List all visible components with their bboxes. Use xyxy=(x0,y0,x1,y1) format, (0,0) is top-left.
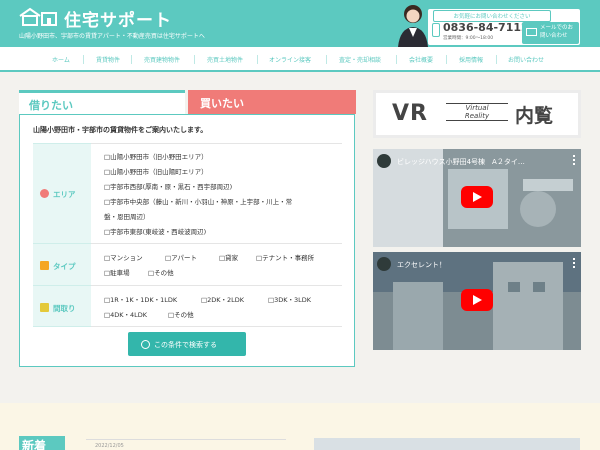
nav-separator xyxy=(446,55,447,64)
nav-separator xyxy=(131,55,132,64)
area-option[interactable]: □宇部市西部(厚南・原・黒石・西宇部周辺) xyxy=(104,181,232,191)
nav-item-recruit[interactable]: 採用情報 xyxy=(459,55,483,64)
news-divider xyxy=(86,439,286,440)
site-tagline: 山陽小野田市、宇部市の賃貸アパート・不動産売買は住宅サポートへ xyxy=(19,33,205,40)
map-pin-icon xyxy=(40,189,49,198)
type-option[interactable]: □その他 xyxy=(148,267,174,277)
nav-separator xyxy=(496,55,497,64)
layout-option[interactable]: □4DK・4LDK xyxy=(104,309,147,319)
layout-label: 間取り xyxy=(53,304,76,313)
tab-rent[interactable]: 借りたい xyxy=(19,90,185,114)
play-button-icon[interactable] xyxy=(461,289,493,311)
video-player[interactable]: ビレッジハウス小野田4号棟 A２タイ… xyxy=(373,149,581,247)
tab-buy-label: 買いたい xyxy=(200,97,244,110)
nav-item-company[interactable]: 会社概要 xyxy=(409,55,433,64)
video-title[interactable]: ビレッジハウス小野田4号棟 A２タイ… xyxy=(397,157,525,167)
layout-option[interactable]: □3DK・3LDK xyxy=(268,294,311,304)
area-option-continued: 盤・恩田周辺） xyxy=(104,213,150,221)
main-nav: ホーム 賃貸物件 売買建物物件 売買土地物件 オンライン接客 査定・売却相談 会… xyxy=(0,47,600,72)
video-player[interactable]: エクセレント！ xyxy=(373,252,581,350)
nav-item-rental[interactable]: 賃貸物件 xyxy=(96,55,120,64)
nav-separator xyxy=(194,55,195,64)
type-option[interactable]: □テナント・事務所 xyxy=(256,252,314,262)
search-button-label[interactable]: この条件で検索する xyxy=(154,340,217,350)
nav-separator xyxy=(326,55,327,64)
type-option[interactable]: □駐車場 xyxy=(104,267,130,277)
tab-rent-label: 借りたい xyxy=(29,99,73,112)
area-option[interactable]: □山陽小野田市（旧山陽町エリア） xyxy=(104,166,208,176)
mail-icon xyxy=(526,28,537,36)
mail-contact-label[interactable]: メールでのお問い合わせ xyxy=(540,24,578,40)
news-heading: 新着 xyxy=(22,439,47,450)
vr-title: VR xyxy=(392,101,428,126)
house-logo-icon[interactable] xyxy=(18,7,58,27)
nav-item-sale-building[interactable]: 売買建物物件 xyxy=(144,55,180,64)
layout-option[interactable]: □1R・1K・1DK・1LDK xyxy=(104,294,177,304)
nav-item-contact[interactable]: お問い合わせ xyxy=(508,55,544,64)
search-icon xyxy=(141,340,150,349)
area-option[interactable]: □宇部市中央部（藤山・新川・小羽山・神原・上宇部・川上・常 xyxy=(104,196,292,206)
news-image xyxy=(314,438,580,450)
nav-item-online[interactable]: オンライン接客 xyxy=(269,55,311,64)
vr-subtitle-line: Reality xyxy=(464,112,490,120)
nav-separator xyxy=(396,55,397,64)
layout-options-cell xyxy=(91,285,342,327)
area-option[interactable]: □宇部市東部(東岐波・西岐波周辺) xyxy=(104,226,206,236)
type-option[interactable]: □マンション xyxy=(104,252,143,262)
phone-icon xyxy=(432,23,440,37)
nav-item-sale-land[interactable]: 売買土地物件 xyxy=(207,55,243,64)
vr-subtitle: Virtual Reality xyxy=(446,103,508,121)
area-option[interactable]: □山陽小野田市（旧小野田エリア） xyxy=(104,151,208,161)
business-hours: 営業時間：9:00～18:00 xyxy=(443,36,494,41)
more-options-icon[interactable] xyxy=(573,155,575,157)
phone-number[interactable]: 0836-84-7112 xyxy=(443,21,529,34)
search-intro: 山陽小野田市・宇部市の賃貸物件をご案内いたします。 xyxy=(33,126,208,134)
type-option[interactable]: □貸家 xyxy=(219,252,238,262)
channel-avatar[interactable] xyxy=(377,257,391,271)
play-button-icon[interactable] xyxy=(461,186,493,208)
floor-plan-icon xyxy=(40,303,49,312)
nav-separator xyxy=(83,55,84,64)
type-label: タイプ xyxy=(53,262,76,271)
nav-item-home[interactable]: ホーム xyxy=(52,55,70,64)
type-option[interactable]: □アパート xyxy=(165,252,197,262)
house-icon xyxy=(40,261,49,270)
site-logo-text[interactable]: 住宅サポート xyxy=(64,6,172,31)
vr-title-jp: 内覧 xyxy=(515,105,554,127)
type-options-cell xyxy=(91,243,342,285)
news-date: 2022/12/05 xyxy=(95,443,124,449)
layout-option[interactable]: □2DK・2LDK xyxy=(201,294,244,304)
nav-item-appraisal[interactable]: 査定・売却相談 xyxy=(339,55,381,64)
nav-separator xyxy=(257,55,258,64)
more-options-icon[interactable] xyxy=(573,258,575,260)
video-title[interactable]: エクセレント！ xyxy=(397,260,446,270)
tab-buy[interactable]: 買いたい xyxy=(188,90,356,114)
area-label: エリア xyxy=(53,190,76,199)
channel-avatar[interactable] xyxy=(377,154,391,168)
vr-subtitle-line: Virtual xyxy=(465,104,489,112)
layout-option[interactable]: □その他 xyxy=(168,309,194,319)
